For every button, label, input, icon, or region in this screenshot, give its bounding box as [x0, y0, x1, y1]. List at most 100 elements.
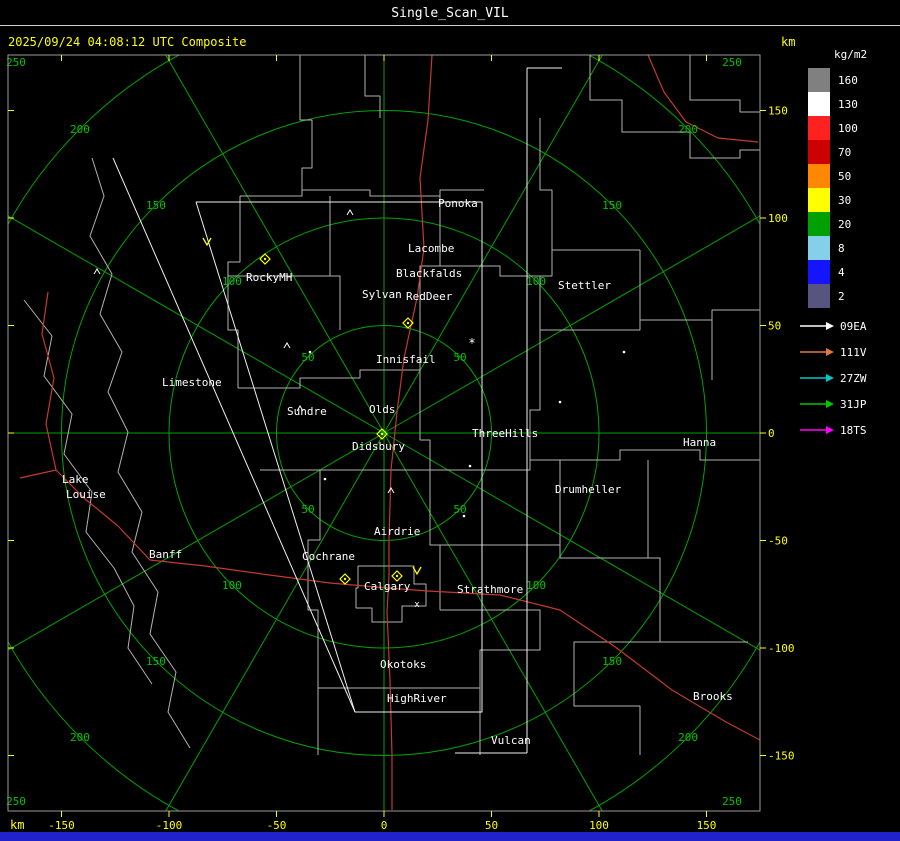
city-label-lacombe: Lacombe — [408, 242, 454, 255]
ring-label-250: 250 — [6, 56, 26, 69]
ring-label-200: 200 — [70, 123, 90, 136]
city-label-okotoks: Okotoks — [380, 658, 426, 671]
ring-label-250: 250 — [722, 56, 742, 69]
colorbar-swatch-30 — [808, 188, 830, 212]
town-dot-icon — [468, 464, 472, 468]
colorbar-value: 30 — [838, 194, 851, 207]
city-label-innisfail: Innisfail — [376, 353, 436, 366]
town-dot-icon — [308, 350, 312, 354]
city-label-airdrie: Airdrie — [374, 525, 420, 538]
colorbar-value: 50 — [838, 170, 851, 183]
x-axis-label: 50 — [485, 819, 498, 832]
ring-label-150: 150 — [146, 199, 166, 212]
scan-timestamp: 2025/09/24 04:08:12 UTC Composite — [8, 35, 246, 49]
city-label-drumheller: Drumheller — [555, 483, 622, 496]
radar-site-dot-0 — [263, 257, 267, 261]
ring-label-100: 100 — [526, 579, 546, 592]
colorbar-swatch-2 — [808, 284, 830, 308]
cross-icon: x — [414, 600, 420, 610]
ring-label-250: 250 — [6, 795, 26, 808]
ring-label-50: 50 — [301, 351, 314, 364]
x-axis-unit-label: km — [10, 818, 24, 832]
y-axis-label: 150 — [768, 105, 788, 118]
city-label-cochrane: Cochrane — [302, 550, 355, 563]
bottom-status-bar — [0, 832, 900, 841]
colorbar-swatch-50 — [808, 164, 830, 188]
x-axis-label: 150 — [697, 819, 717, 832]
y-axis-label: 100 — [768, 212, 788, 225]
colorbar-swatch-100 — [808, 116, 830, 140]
x-axis-label: 100 — [589, 819, 609, 832]
city-label-ponoka: Ponoka — [438, 197, 478, 210]
ring-label-200: 200 — [678, 123, 698, 136]
ring-label-100: 100 — [222, 275, 242, 288]
colorbar-value: 130 — [838, 98, 858, 111]
colorbar-swatch-8 — [808, 236, 830, 260]
y-axis-label: -50 — [768, 535, 788, 548]
colorbar-swatch-160 — [808, 68, 830, 92]
track-id-31JP: 31JP — [840, 398, 867, 411]
city-label-threehills: ThreeHills — [472, 427, 538, 440]
asterisk-icon: * — [468, 336, 475, 350]
ring-label-100: 100 — [222, 579, 242, 592]
city-label-reddeer: RedDeer — [406, 290, 453, 303]
window-title: Single_Scan_VIL — [391, 6, 509, 21]
track-id-09EA: 09EA — [840, 320, 867, 333]
track-id-27ZW: 27ZW — [840, 372, 867, 385]
x-axis-label: 0 — [381, 819, 388, 832]
ring-label-50: 50 — [453, 503, 466, 516]
town-dot-icon — [462, 514, 466, 518]
colorbar-swatch-70 — [808, 140, 830, 164]
city-label-blackfalds: Blackfalds — [396, 267, 462, 280]
y-axis-label: 0 — [768, 427, 775, 440]
town-dot-icon — [558, 400, 562, 404]
city-label-highriver: HighRiver — [387, 692, 447, 705]
ring-label-150: 150 — [146, 655, 166, 668]
city-label-rockymh: RockyMH — [246, 271, 292, 284]
city-label-olds: Olds — [369, 403, 396, 416]
colorbar-value: 8 — [838, 242, 845, 255]
radar-site-dot-4 — [395, 574, 399, 578]
city-label-limestone: Limestone — [162, 376, 222, 389]
colorbar-title: kg/m2 — [834, 48, 867, 61]
ring-label-100: 100 — [526, 275, 546, 288]
track-id-18TS: 18TS — [840, 424, 867, 437]
colorbar-value: 100 — [838, 122, 858, 135]
ring-label-200: 200 — [678, 731, 698, 744]
ring-label-200: 200 — [70, 731, 90, 744]
city-label-strathmore: Strathmore — [457, 583, 523, 596]
ring-label-50: 50 — [453, 351, 466, 364]
radar-window: Single_Scan_VIL 2025/09/24 04:08:12 UTC … — [0, 0, 900, 841]
city-label-lake: Lake — [62, 473, 89, 486]
colorbar-value: 2 — [838, 290, 845, 303]
city-label-sylvan: Sylvan — [362, 288, 402, 301]
colorbar-swatch-130 — [808, 92, 830, 116]
city-label-brooks: Brooks — [693, 690, 733, 703]
y-axis-label: -100 — [768, 642, 795, 655]
y-axis-unit-label: km — [781, 35, 795, 49]
track-id-111V: 111V — [840, 346, 867, 359]
town-dot-icon — [622, 350, 626, 354]
city-label-vulcan: Vulcan — [491, 734, 531, 747]
city-label-louise: Louise — [66, 488, 106, 501]
city-label-banff: Banff — [149, 548, 182, 561]
ring-label-150: 150 — [602, 199, 622, 212]
city-label-stettler: Stettler — [558, 279, 611, 292]
colorbar-value: 160 — [838, 74, 858, 87]
x-axis-label: -100 — [156, 819, 183, 832]
city-label-calgary: Calgary — [364, 580, 411, 593]
city-label-sundre: Sundre — [287, 405, 327, 418]
ring-label-250: 250 — [722, 795, 742, 808]
colorbar-value: 4 — [838, 266, 845, 279]
y-axis-label: -150 — [768, 750, 795, 763]
y-axis-label: 50 — [768, 320, 781, 333]
city-label-didsbury: Didsbury — [352, 440, 405, 453]
radar-site-dot-2 — [380, 432, 384, 436]
town-dot-icon — [323, 477, 327, 481]
x-axis-label: -150 — [48, 819, 75, 832]
colorbar-swatch-4 — [808, 260, 830, 284]
x-axis-label: -50 — [267, 819, 287, 832]
colorbar-value: 20 — [838, 218, 851, 231]
city-label-hanna: Hanna — [683, 436, 716, 449]
colorbar-swatch-20 — [808, 212, 830, 236]
